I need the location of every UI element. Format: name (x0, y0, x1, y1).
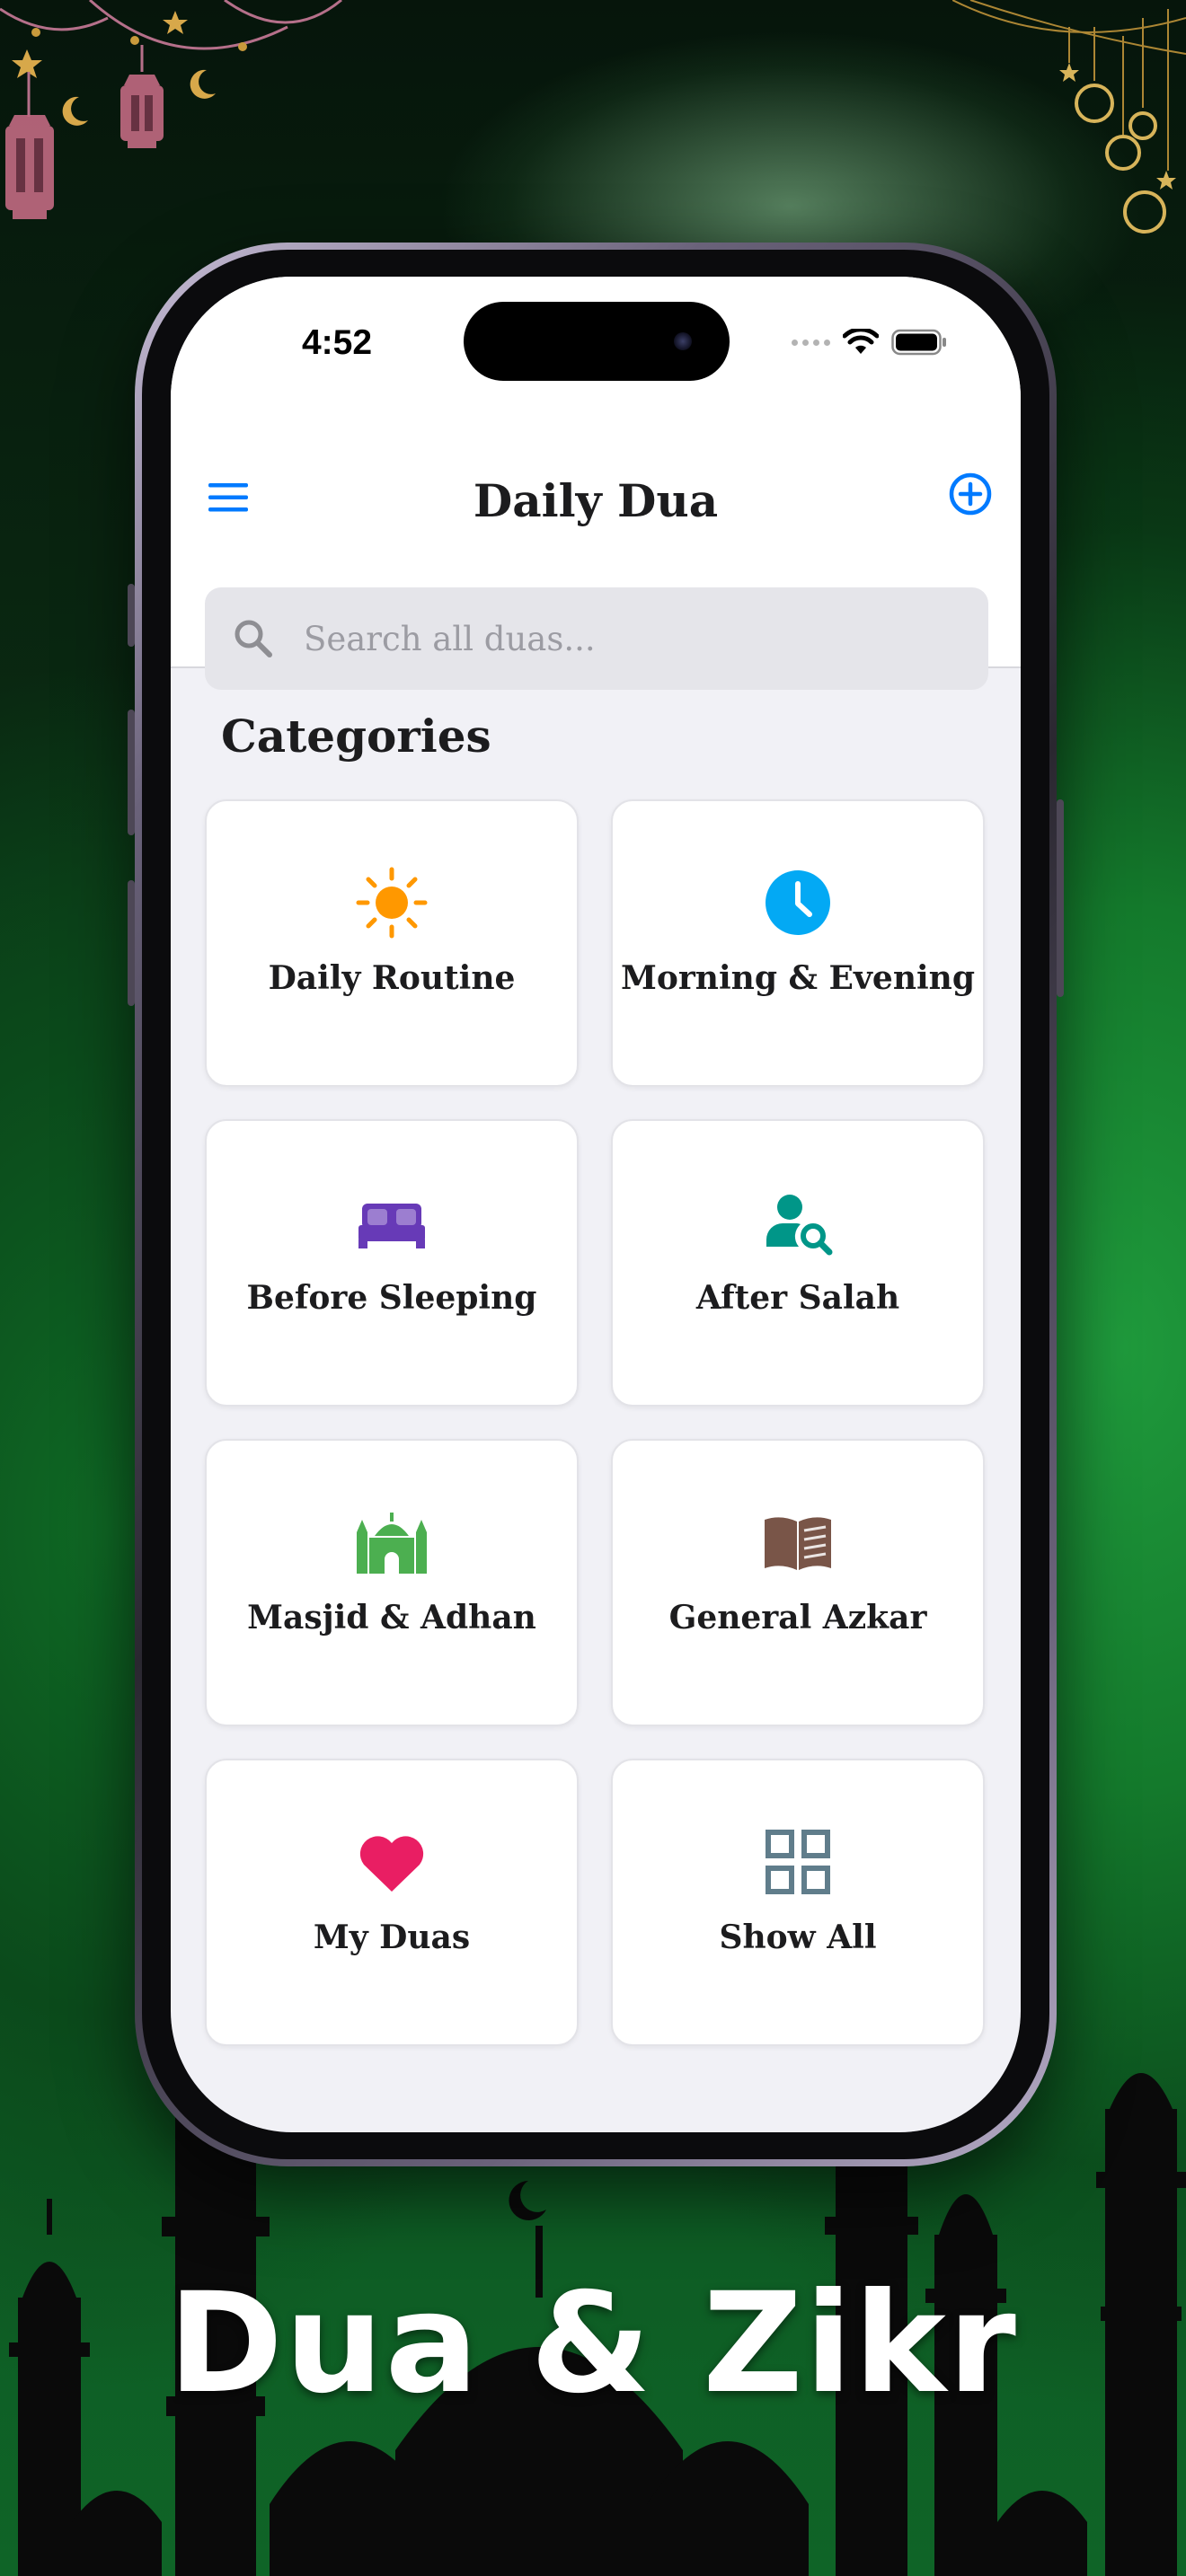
category-label: Masjid & Adhan (247, 1599, 536, 1636)
category-card-show-all[interactable]: Show All (611, 1759, 985, 2046)
hanging-ornaments-decoration (952, 0, 1186, 234)
plus-circle-icon[interactable] (947, 471, 994, 517)
category-label: After Salah (695, 1279, 900, 1317)
cellular-signal-icon (792, 339, 830, 346)
category-label: Show All (719, 1919, 877, 1956)
sun-icon (355, 866, 429, 940)
page-title: Daily Dua (473, 474, 719, 527)
grid-icon (761, 1825, 835, 1899)
category-label: Morning & Evening (620, 959, 976, 997)
category-card-my-duas[interactable]: My Duas (205, 1759, 579, 2046)
wifi-icon (843, 329, 879, 354)
open-book-icon (761, 1505, 835, 1579)
promo-caption: Dua & Zikr (168, 2263, 1018, 2424)
category-card-before-sleeping[interactable]: Before Sleeping (205, 1119, 579, 1407)
category-card-masjid-adhan[interactable]: Masjid & Adhan (205, 1439, 579, 1726)
battery-icon (891, 329, 946, 356)
search-icon (235, 620, 272, 657)
dynamic-island (464, 302, 730, 381)
front-camera (674, 332, 692, 350)
app-screen: 4:52 Daily Dua Search all duas... Catego… (171, 277, 1021, 2132)
categories-title: Categories (221, 710, 491, 763)
person-search-icon (761, 1186, 835, 1259)
hanging-lanterns-decoration (0, 0, 342, 219)
action-button (128, 584, 135, 647)
search-bar[interactable] (205, 587, 988, 690)
status-time: 4:52 (301, 323, 373, 362)
bed-icon (355, 1186, 429, 1259)
category-label: Daily Routine (268, 959, 516, 997)
status-icons (792, 329, 947, 356)
category-card-after-salah[interactable]: After Salah (611, 1119, 985, 1407)
volume-up-button (128, 710, 135, 835)
mosque-icon (355, 1505, 429, 1579)
category-label: Before Sleeping (246, 1279, 537, 1317)
category-label: My Duas (313, 1919, 471, 1956)
search-input[interactable] (302, 618, 952, 659)
heart-icon (355, 1825, 429, 1899)
clock-icon (761, 866, 835, 940)
category-label: General Azkar (668, 1599, 927, 1636)
category-card-daily-routine[interactable]: Daily Routine (205, 799, 579, 1087)
category-card-general-azkar[interactable]: General Azkar (611, 1439, 985, 1726)
power-button (1057, 799, 1064, 997)
volume-down-button (128, 880, 135, 1006)
category-card-morning-evening[interactable]: Morning & Evening (611, 799, 985, 1087)
